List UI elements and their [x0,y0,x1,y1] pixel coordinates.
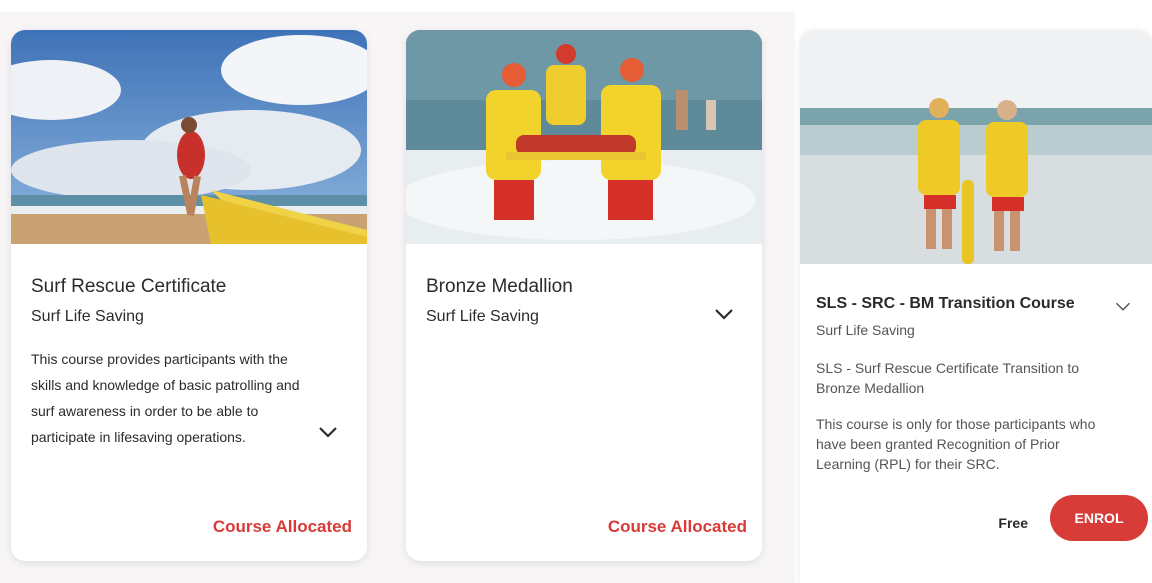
enrol-button[interactable]: ENROL [1050,495,1148,541]
course-title: Bronze Medallion [426,276,573,297]
beach-runner-with-rescue-board-image [11,30,367,244]
course-card-surf-rescue-certificate[interactable]: Surf Rescue Certificate Surf Life Saving… [11,30,367,561]
course-title: Surf Rescue Certificate [31,276,227,297]
chevron-down-icon[interactable] [713,306,735,322]
course-card-bronze-medallion[interactable]: Bronze Medallion Surf Life Saving Course… [406,30,762,561]
chevron-down-icon[interactable] [1114,300,1132,313]
two-lifesavers-watching-sea-image [800,30,1152,264]
course-description: This course provides participants with t… [31,351,300,445]
course-status: Course Allocated [212,517,352,536]
course-description: This course is only for those participan… [816,416,1096,472]
course-status: Course Allocated [607,517,747,536]
lifesavers-carrying-patient-image [406,30,762,244]
course-title: SLS - SRC - BM Transition Course [816,295,1075,312]
course-organisation: Surf Life Saving [426,308,539,325]
course-organisation: Surf Life Saving [816,322,915,338]
course-price: Free [998,515,1028,531]
chevron-down-icon[interactable] [317,424,339,440]
course-organisation: Surf Life Saving [31,308,144,325]
course-subtitle: SLS - Surf Rescue Certificate Transition… [816,360,1079,396]
course-card-transition-course[interactable]: SLS - SRC - BM Transition Course Surf Li… [800,30,1152,583]
